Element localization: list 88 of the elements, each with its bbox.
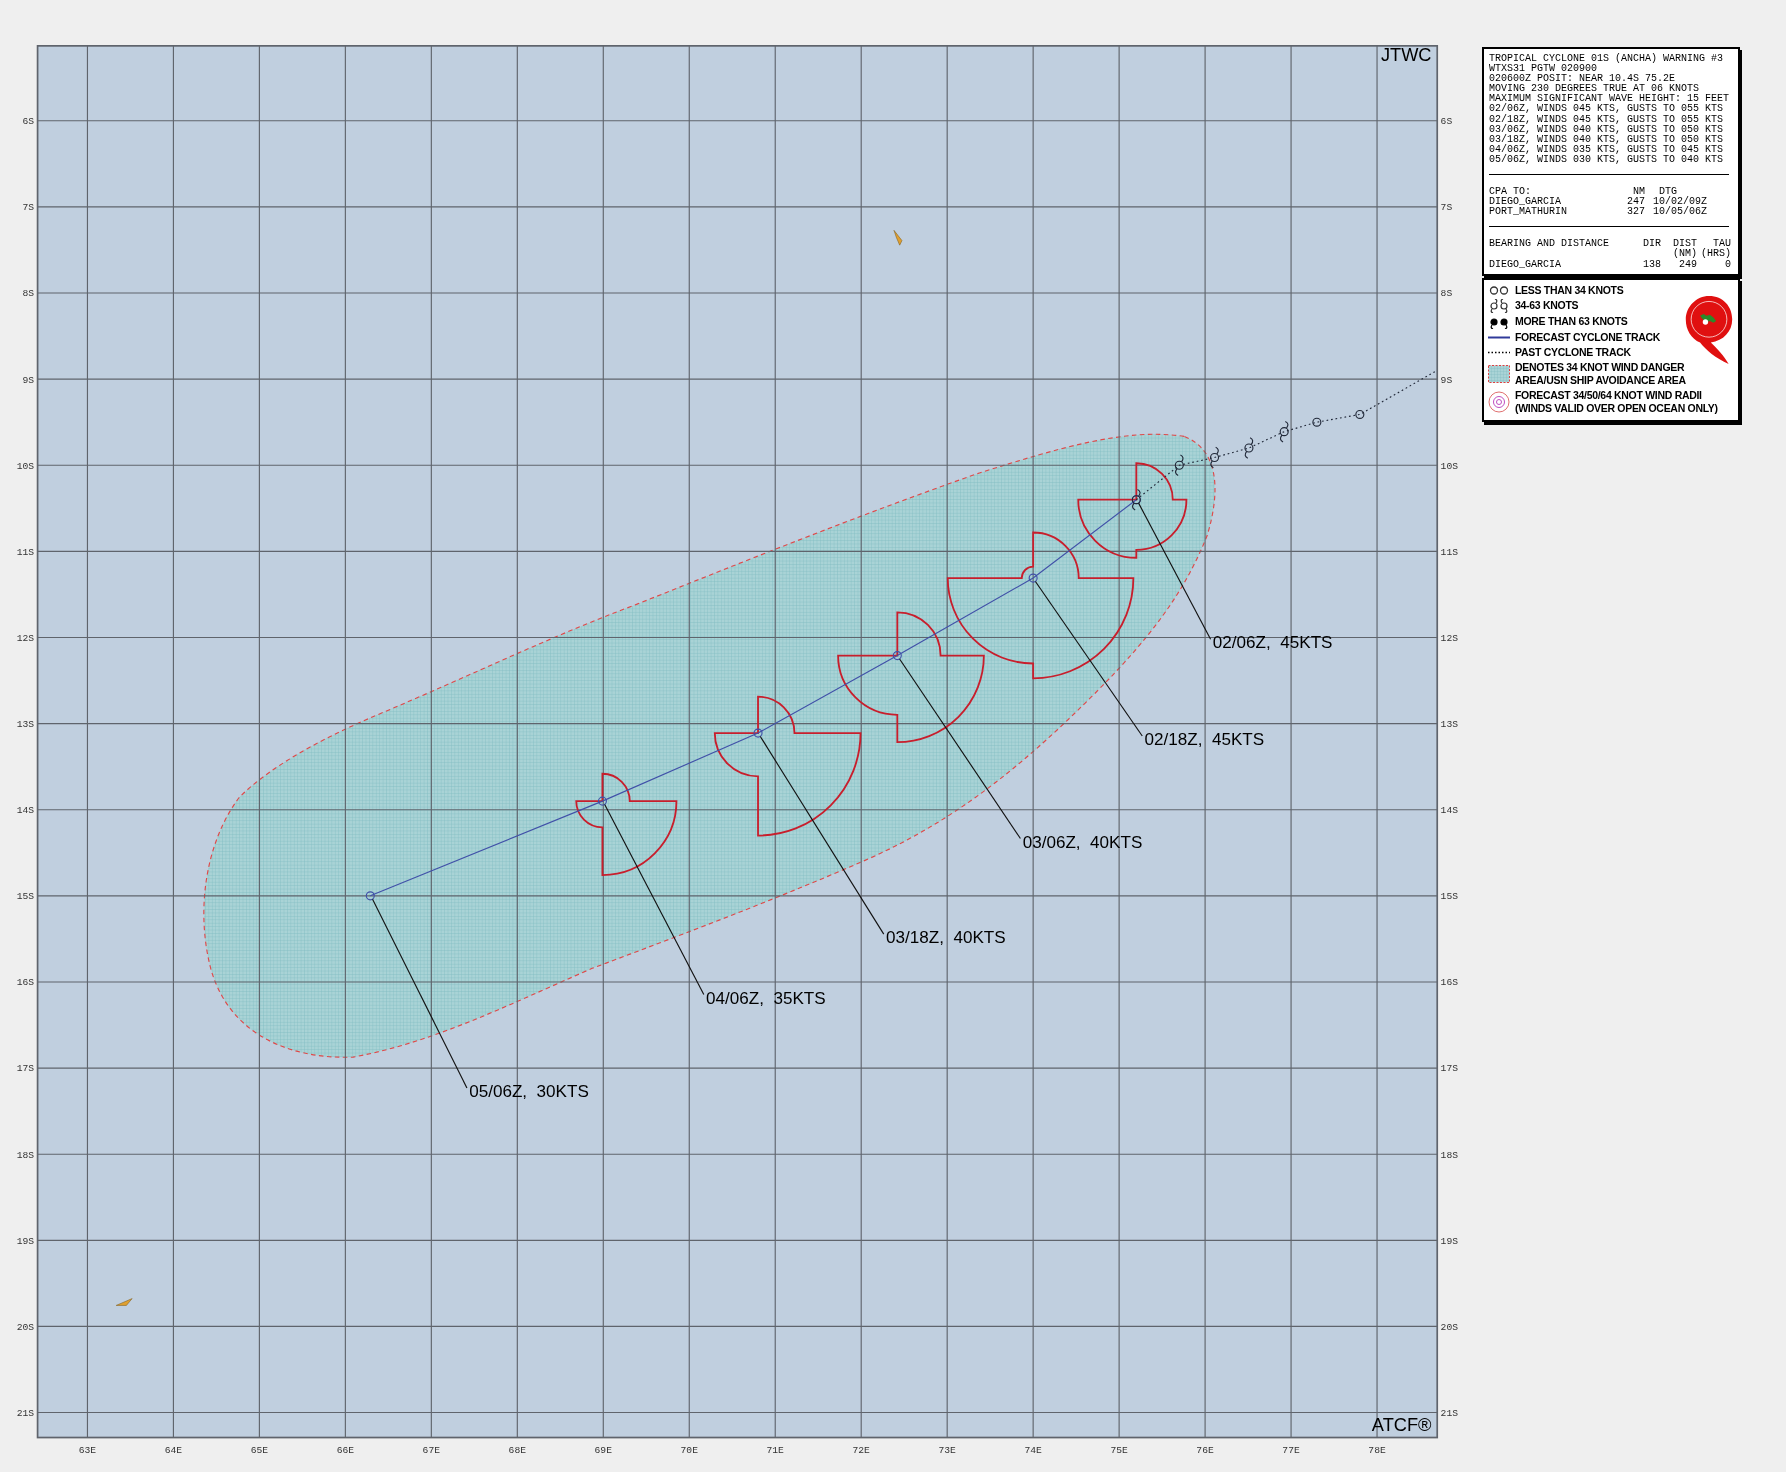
latitude-label: 13S: [16, 719, 35, 731]
latitude-label: 10S: [1440, 460, 1459, 472]
legend-label: DENOTES 34 KNOT WIND DANGER AREA/USN SHIP AVOIDANCE AREA: [1515, 360, 1686, 387]
longitude-label: 64E: [164, 1445, 183, 1457]
longitude-label: 72E: [852, 1445, 870, 1457]
latitude-label: 6S: [22, 116, 35, 128]
longitude-label: 67E: [422, 1445, 441, 1457]
latitude-label: 16S: [1440, 977, 1459, 989]
column-header: DIR: [1642, 239, 1661, 250]
latitude-label: 19S: [1440, 1235, 1459, 1247]
latitude-label: 17S: [1440, 1063, 1459, 1075]
unit-label: (NM): [1672, 249, 1697, 260]
latitude-label: 16S: [16, 977, 35, 989]
latitude-label: 12S: [16, 632, 35, 644]
longitude-label: 78E: [1368, 1445, 1386, 1457]
warning-line: 02/18Z, WINDS 045 KTS, GUSTS TO 055 KTS: [1489, 114, 1725, 125]
warning-line: 020600Z POSIT: NEAR 10.4S 75.2E: [1489, 74, 1676, 85]
warning-line: MOVING 230 DEGREES TRUE AT 06 KNOTS: [1489, 84, 1701, 95]
longitude-label: 68E: [508, 1445, 526, 1457]
latitude-label: 11S: [1440, 546, 1459, 558]
legend-label: MORE THAN 63 KNOTS: [1515, 315, 1628, 329]
latitude-label: 6S: [1440, 116, 1453, 128]
warning-line: 03/06Z, WINDS 040 KTS, GUSTS TO 050 KTS: [1489, 124, 1725, 135]
system-label: ATCF®: [1371, 1414, 1432, 1435]
longitude-label: 65E: [250, 1445, 269, 1457]
column-header: CPA TO:: [1489, 187, 1531, 198]
longitude-label: 66E: [336, 1445, 355, 1457]
latitude-label: 19S: [16, 1235, 35, 1247]
warning-line: 03/18Z, WINDS 040 KTS, GUSTS TO 050 KTS: [1489, 134, 1725, 145]
warning-line: WTXS31 PGTW 020900: [1489, 64, 1598, 75]
warning-line: 05/06Z, WINDS 030 KTS, GUSTS TO 040 KTS: [1489, 154, 1725, 166]
legend-label: LESS THAN 34 KNOTS: [1515, 283, 1624, 297]
latitude-label: 9S: [1440, 374, 1453, 386]
latitude-label: 10S: [16, 460, 35, 472]
latitude-label: 8S: [22, 288, 35, 300]
longitude-label: 77E: [1282, 1445, 1300, 1457]
longitude-label: 73E: [938, 1445, 956, 1457]
forecast-label: 02/18Z, 45KTS: [1144, 730, 1265, 750]
latitude-label: 14S: [1440, 805, 1459, 817]
legend-label: FORECAST CYCLONE TRACK: [1515, 330, 1661, 344]
latitude-label: 15S: [1440, 891, 1459, 903]
longitude-label: 63E: [78, 1445, 97, 1457]
forecast-label: 03/18Z, 40KTS: [886, 928, 1006, 948]
latitude-label: 7S: [22, 202, 35, 214]
latitude-label: 14S: [16, 805, 35, 817]
table-cell-text: 327: [1626, 207, 1645, 218]
latitude-label: 12S: [1440, 632, 1459, 644]
forecast-label: 02/06Z, 45KTS: [1212, 633, 1333, 653]
legend-label: FORECAST 34/50/64 KNOT WIND RADII (WINDS VALID OVER OPEN OCEAN ONLY): [1515, 388, 1718, 415]
legend-label: 34-63 KNOTS: [1515, 299, 1579, 313]
table-cell-text: 138: [1642, 259, 1661, 270]
latitude-label: 20S: [16, 1321, 35, 1333]
latitude-label: 17S: [16, 1063, 35, 1075]
column-header: BEARING AND DISTANCE: [1489, 239, 1611, 250]
latitude-label: 9S: [22, 374, 35, 386]
legend-label: PAST CYCLONE TRACK: [1515, 345, 1631, 359]
latitude-label: 15S: [16, 891, 35, 903]
latitude-label: 8S: [1440, 288, 1453, 300]
forecast-label: 05/06Z, 30KTS: [469, 1082, 589, 1101]
agency-label: JTWC: [1380, 44, 1432, 65]
longitude-label: 75E: [1110, 1445, 1128, 1457]
longitude-label: 69E: [594, 1445, 612, 1457]
latitude-label: 18S: [1440, 1149, 1459, 1161]
table-cell-text: 10/05/06Z: [1652, 207, 1708, 218]
forecast-label: 03/06Z, 40KTS: [1022, 832, 1143, 852]
longitude-label: 76E: [1196, 1445, 1214, 1457]
longitude-label: 74E: [1024, 1445, 1042, 1457]
warning-line: 02/06Z, WINDS 045 KTS, GUSTS TO 055 KTS: [1489, 104, 1725, 115]
warning-line: 04/06Z, WINDS 035 KTS, GUSTS TO 045 KTS: [1489, 144, 1725, 155]
latitude-label: 21S: [1440, 1407, 1459, 1419]
table-cell-text: PORT_MATHURIN: [1489, 207, 1568, 218]
longitude-label: 70E: [680, 1445, 698, 1457]
latitude-label: 21S: [16, 1407, 35, 1419]
table-cell-text: DIEGO_GARCIA: [1489, 259, 1562, 270]
latitude-label: 7S: [1440, 202, 1453, 214]
column-header: NM: [1633, 187, 1645, 198]
unit-label: (HRS): [1700, 249, 1731, 260]
latitude-label: 13S: [1440, 719, 1459, 731]
latitude-label: 18S: [16, 1149, 35, 1161]
table-cell-text: DIEGO_GARCIA: [1489, 197, 1561, 208]
table-cell-text: 0: [1724, 259, 1731, 270]
longitude-label: 71E: [766, 1445, 784, 1457]
table-cell-text: 247: [1626, 197, 1645, 208]
latitude-label: 20S: [1440, 1321, 1459, 1333]
warning-line: TROPICAL CYCLONE 01S (ANCHA) WARNING #3: [1489, 54, 1725, 64]
table-cell-text: 249: [1678, 259, 1697, 270]
forecast-label: 04/06Z, 35KTS: [706, 988, 826, 1008]
latitude-label: 11S: [16, 546, 35, 558]
